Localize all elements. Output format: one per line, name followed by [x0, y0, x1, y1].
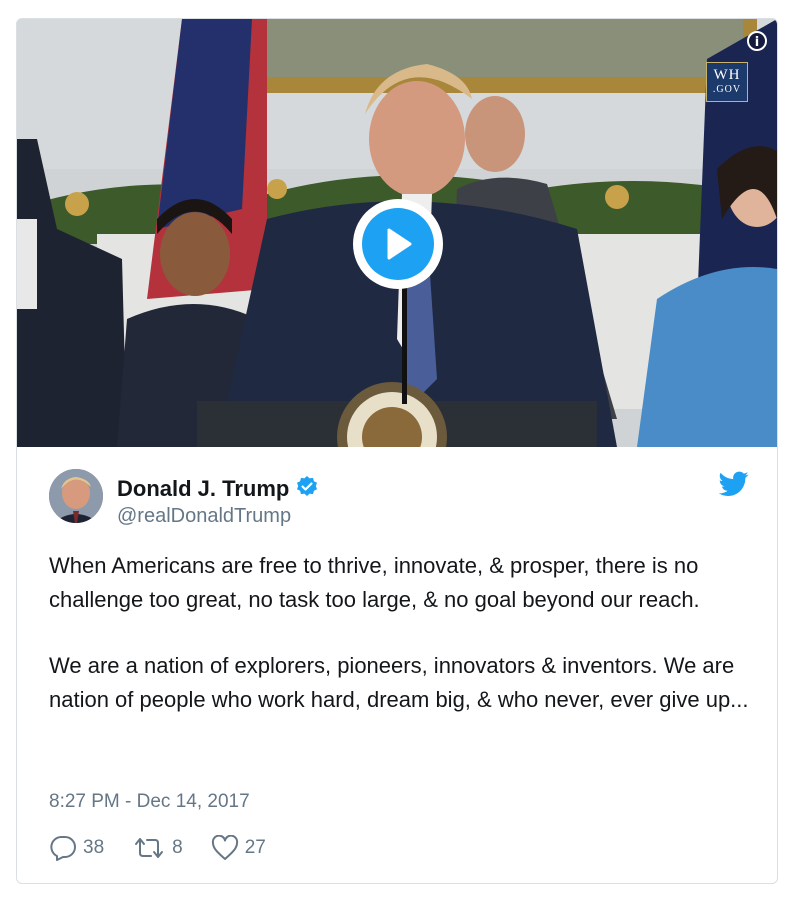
- verified-badge-icon: [295, 475, 319, 505]
- tweet-paragraph-1: When Americans are free to thrive, innov…: [49, 553, 700, 612]
- whitehouse-gov-watermark: WH .GOV: [706, 62, 748, 102]
- reply-button[interactable]: 38: [49, 835, 104, 861]
- like-button[interactable]: 27: [211, 835, 266, 861]
- reply-count: 38: [83, 837, 105, 858]
- tweet-paragraph-2: We are a nation of explorers, pioneers, …: [49, 653, 749, 712]
- author-name[interactable]: Donald J. Trump: [117, 476, 289, 501]
- like-count: 27: [244, 837, 266, 858]
- tweet-timestamp[interactable]: 8:27 PM - Dec 14, 2017: [49, 791, 250, 813]
- reply-icon: [50, 836, 76, 861]
- tweet-text: When Americans are free to thrive, innov…: [49, 549, 749, 716]
- author-name-row[interactable]: Donald J. Trump: [117, 475, 319, 505]
- tweet-header: Donald J. Trump @realDonaldTrump: [49, 469, 749, 539]
- info-icon[interactable]: i: [747, 31, 767, 51]
- tweet-actions: 38 8 27: [49, 833, 294, 863]
- retweet-count: 8: [172, 837, 183, 858]
- retweet-button[interactable]: 8: [132, 836, 183, 860]
- avatar[interactable]: [49, 469, 103, 523]
- tweet-card: i WH .GOV Donald J. Trump @realDonaldTru…: [16, 18, 778, 884]
- play-button[interactable]: [353, 199, 443, 289]
- play-icon: [362, 208, 434, 280]
- watermark-line2: .GOV: [712, 84, 742, 95]
- retweet-icon: [135, 838, 164, 858]
- watermark-line1: WH: [713, 67, 741, 83]
- video-thumbnail[interactable]: i WH .GOV: [17, 19, 777, 447]
- like-icon: [211, 835, 238, 860]
- author-handle[interactable]: @realDonaldTrump: [117, 505, 291, 528]
- twitter-bird-icon[interactable]: [718, 471, 749, 502]
